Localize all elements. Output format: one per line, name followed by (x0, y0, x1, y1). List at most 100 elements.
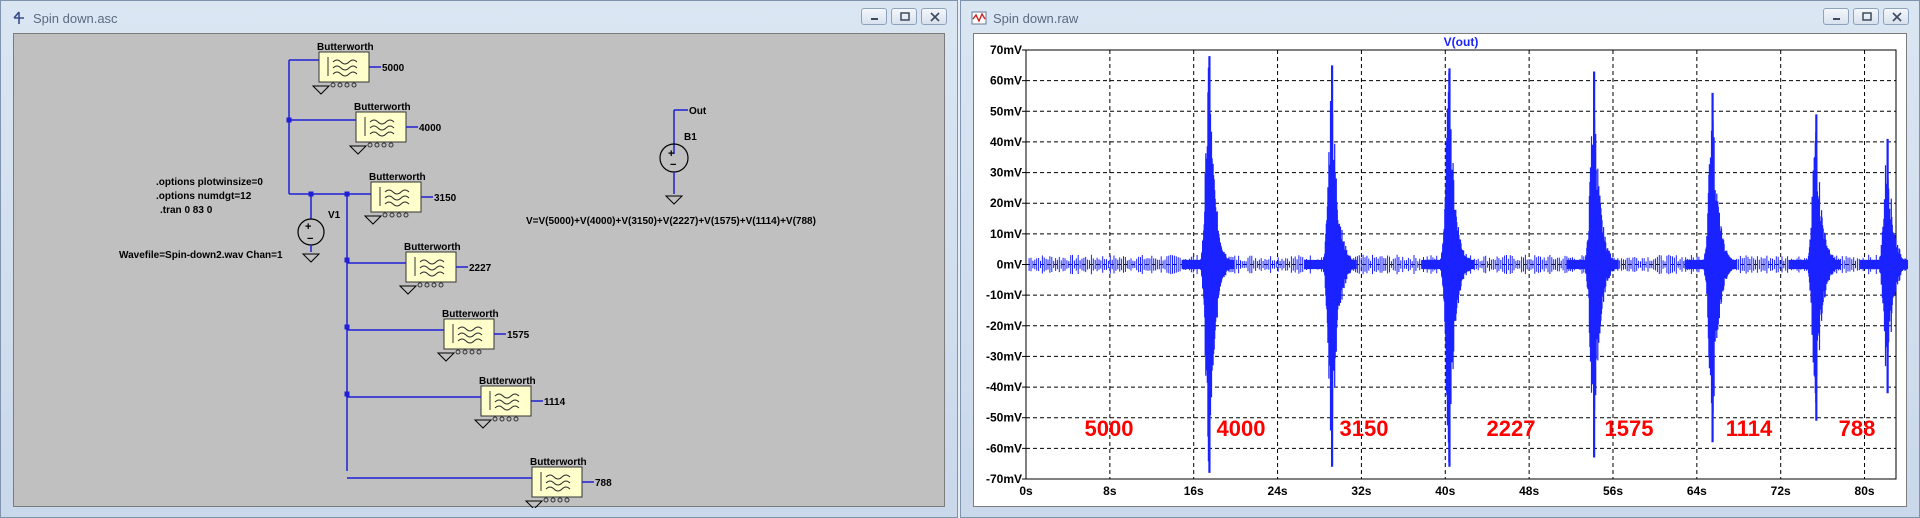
net-label-3150: 3150 (434, 193, 457, 204)
maximize-button[interactable] (891, 8, 917, 25)
spice-directive-2: .tran 0 83 0 (160, 205, 213, 216)
x-tick-label: 56s (1603, 484, 1623, 498)
maximize-icon (900, 12, 910, 21)
x-tick-label: 48s (1519, 484, 1539, 498)
ltspice-schematic-icon (13, 11, 24, 24)
frequency-annotation-788: 788 (1839, 416, 1876, 441)
minimize-button[interactable] (1823, 8, 1849, 25)
butterworth-filter-788[interactable]: Butterworth 788 (530, 457, 612, 503)
filter-pin (431, 282, 437, 288)
plot-pane[interactable]: V(out) 0s 8s 16s 24s 32s 40s 48s 56s 64s 72s 80s 70m… (973, 33, 1913, 508)
filter-pin (476, 349, 482, 355)
close-icon (1892, 12, 1902, 22)
filter-type-label: Butterworth (317, 42, 374, 53)
junction-dot (344, 391, 350, 397)
filter-pin (462, 349, 468, 355)
net-label-5000: 5000 (382, 63, 405, 74)
filter-pin (513, 416, 519, 422)
filter-pin (330, 82, 336, 88)
filter-body (443, 318, 495, 350)
junction-dot (344, 257, 350, 263)
window-title: Spin down.asc (33, 11, 118, 26)
schematic-titlebar[interactable]: Spin down.asc (1, 1, 957, 35)
filter-body (480, 385, 532, 417)
filter-pin (564, 497, 570, 503)
filter-pin (424, 282, 430, 288)
filter-body (318, 51, 370, 83)
x-tick-label: 80s (1855, 484, 1875, 498)
filter-pin (557, 497, 563, 503)
minimize-icon (1833, 18, 1840, 20)
spice-directive-1: .options numdgt=12 (156, 191, 252, 202)
filter-pin (382, 212, 388, 218)
x-tick-label: 24s (1268, 484, 1288, 498)
trace-title[interactable]: V(out) (1444, 35, 1479, 49)
ground-symbol (348, 145, 368, 155)
butterworth-filter-1114[interactable]: Butterworth 1114 (479, 376, 566, 422)
filter-body (370, 181, 422, 213)
maximize-icon (1862, 12, 1872, 21)
x-tick-label: 8s (1103, 484, 1117, 498)
waveform-window: Spin down.raw V(out) 0s 8s 16s 24s 32s 40s 48s 5… (960, 0, 1920, 518)
filter-pin (550, 497, 556, 503)
net-label-1114: 1114 (544, 397, 566, 408)
x-tick-label: 64s (1687, 484, 1707, 498)
filter-pin (344, 82, 350, 88)
filter-body (355, 111, 407, 143)
minimize-button[interactable] (861, 8, 887, 25)
schematic-canvas[interactable]: Butterworth 5000 Butterworth 4000 Butterwort… (13, 33, 946, 510)
filter-type-label: Butterworth (369, 172, 426, 183)
filter-type-label: Butterworth (479, 376, 536, 387)
schematic-window: Spin down.asc Butterworth 5000 Butterworth… (0, 0, 958, 518)
close-button[interactable] (1883, 8, 1909, 25)
filter-pin (469, 349, 475, 355)
filter-pin (499, 416, 505, 422)
filter-pin (337, 82, 343, 88)
waveform-titlebar[interactable]: Spin down.raw (961, 1, 1919, 35)
butterworth-filter-4000[interactable]: Butterworth 4000 (354, 102, 442, 148)
butterworth-filter-2227[interactable]: Butterworth 2227 (404, 242, 492, 288)
maximize-button[interactable] (1853, 8, 1879, 25)
net-label-1575: 1575 (507, 330, 530, 341)
filter-pin (396, 212, 402, 218)
filter-pin (381, 142, 387, 148)
filter-type-label: Butterworth (530, 457, 587, 468)
b1-minus: − (670, 159, 676, 171)
frequency-annotation-1575: 1575 (1605, 416, 1654, 441)
frequency-annotation-5000: 5000 (1085, 416, 1134, 441)
spice-directive-0: .options plotwinsize=0 (156, 177, 263, 188)
frequency-annotation-1114: 1114 (1726, 416, 1773, 441)
frequency-annotation-2227: 2227 (1487, 416, 1536, 441)
filter-pin (403, 212, 409, 218)
filter-type-label: Butterworth (442, 309, 499, 320)
waveform-viewer-icon (971, 11, 987, 25)
butterworth-filter-5000[interactable]: Butterworth 5000 (317, 42, 405, 88)
filter-type-label: Butterworth (354, 102, 411, 113)
y-tick-label: 0mV (997, 258, 1022, 272)
v1-plus: + (305, 221, 311, 233)
ground-symbol (664, 195, 684, 205)
x-tick-label: 32s (1351, 484, 1371, 498)
y-tick-label: 10mV (990, 227, 1022, 241)
b1-expression: V=V(5000)+V(4000)+V(3150)+V(2227)+V(1575… (526, 216, 816, 227)
waveform-plot[interactable]: V(out) 0s 8s 16s 24s 32s 40s 48s 56s 64s 72s 80s 70m… (974, 34, 1913, 508)
filter-pin (492, 416, 498, 422)
butterworth-filter-3150[interactable]: Butterworth 3150 (369, 172, 457, 218)
schematic-drawing[interactable]: Butterworth5000Butterworth4000Butterwort… (14, 34, 946, 510)
v1-minus: − (307, 233, 313, 245)
y-tick-label: -20mV (986, 319, 1022, 333)
filter-pin (367, 142, 373, 148)
junction-dot (344, 324, 350, 330)
frequency-annotation-4000: 4000 (1217, 416, 1266, 441)
ground-symbol (473, 419, 493, 429)
y-tick-label: -40mV (986, 380, 1022, 394)
x-tick-label: 0s (1019, 484, 1033, 498)
y-tick-label: -10mV (986, 288, 1022, 302)
close-button[interactable] (921, 8, 947, 25)
filter-pin (455, 349, 461, 355)
butterworth-filter-1575[interactable]: Butterworth 1575 (442, 309, 530, 355)
wavefile-directive: Wavefile=Spin-down2.wav Chan=1 (119, 250, 283, 261)
filter-body (405, 251, 457, 283)
ground-symbol (436, 352, 456, 362)
filter-pin (351, 82, 357, 88)
